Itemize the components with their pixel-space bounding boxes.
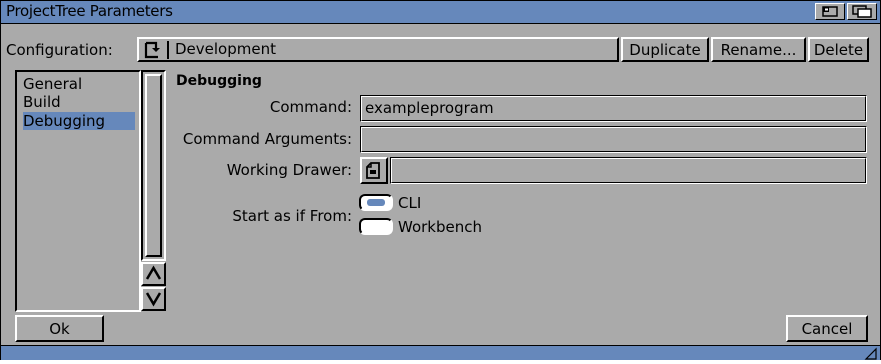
category-list[interactable]: General Build Debugging: [15, 70, 141, 312]
delete-button-label: Delete: [813, 40, 864, 59]
depth-icon[interactable]: [847, 3, 877, 20]
duplicate-button-label: Duplicate: [629, 40, 701, 59]
arguments-label: Command Arguments:: [182, 130, 352, 148]
section-heading: Debugging: [176, 73, 262, 89]
list-item-build[interactable]: Build: [23, 93, 61, 111]
list-item-general[interactable]: General: [23, 75, 82, 93]
configuration-value: Development: [175, 40, 276, 58]
drawer-icon: [365, 161, 383, 184]
list-item-debugging[interactable]: Debugging: [23, 112, 135, 130]
radio-workbench[interactable]: [359, 218, 393, 235]
list-scrollbar-knob[interactable]: [145, 74, 162, 257]
cancel-button[interactable]: Cancel: [786, 315, 868, 342]
window-title: ProjectTree Parameters: [6, 2, 173, 20]
radio-cli[interactable]: [359, 194, 393, 211]
command-label: Command:: [269, 98, 352, 116]
ok-button[interactable]: Ok: [15, 315, 104, 342]
drawer-button[interactable]: [360, 157, 388, 184]
arrow-down-icon[interactable]: [141, 287, 166, 311]
configuration-cycle[interactable]: Development: [137, 37, 619, 62]
configuration-label: Configuration:: [6, 41, 113, 59]
list-scrollbar-track[interactable]: [141, 70, 166, 261]
arguments-field[interactable]: [360, 126, 867, 153]
bottom-border-bar: [1, 345, 880, 360]
cycle-icon: [143, 41, 163, 63]
arrow-up-icon[interactable]: [141, 262, 166, 286]
rename-button-label: Rename...: [720, 40, 797, 59]
cancel-button-label: Cancel: [801, 319, 853, 338]
cycle-divider: [167, 41, 169, 59]
drawer-field[interactable]: [390, 157, 867, 184]
radio-workbench-label[interactable]: Workbench: [398, 218, 482, 236]
command-input-value: exampleprogram: [365, 99, 494, 117]
sizing-icon[interactable]: [864, 346, 878, 360]
start-from-label: Start as if From:: [232, 207, 352, 225]
rename-button[interactable]: Rename...: [711, 37, 806, 62]
delete-button[interactable]: Delete: [808, 37, 869, 62]
duplicate-button[interactable]: Duplicate: [621, 37, 709, 62]
ok-button-label: Ok: [49, 319, 70, 338]
radio-cli-label[interactable]: CLI: [398, 194, 421, 212]
project-tree-window: ProjectTree Parameters Configuration: De…: [0, 0, 881, 360]
title-bar[interactable]: ProjectTree Parameters: [1, 1, 880, 24]
drawer-label: Working Drawer:: [226, 161, 352, 179]
command-field[interactable]: exampleprogram: [360, 95, 867, 122]
zoom-icon[interactable]: [815, 3, 845, 20]
radio-cli-selected-dot: [367, 199, 385, 206]
